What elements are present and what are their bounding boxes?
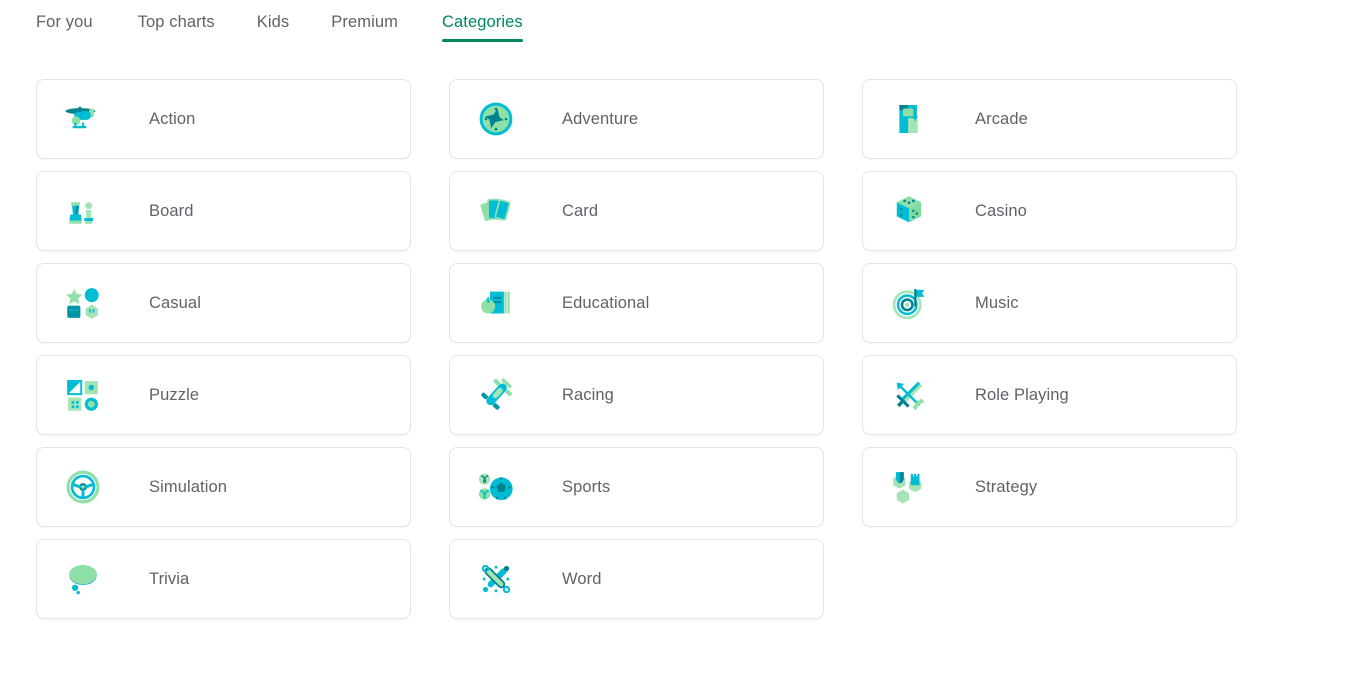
steering-wheel-icon: [61, 465, 105, 509]
tab-label: For you: [36, 13, 93, 31]
category-card-sports[interactable]: Sports: [449, 447, 824, 527]
tab-label: Premium: [331, 13, 398, 31]
playing-cards-icon: [474, 189, 518, 233]
category-tab-bar: For you Top charts Kids Premium Categori…: [0, 0, 1347, 46]
thought-bubble-icon: [61, 557, 105, 601]
category-card-adventure[interactable]: Adventure: [449, 79, 824, 159]
tab-label: Categories: [441, 13, 523, 31]
tab-underline: [138, 39, 215, 42]
category-card-racing[interactable]: Racing: [449, 355, 824, 435]
category-card-action[interactable]: Action: [36, 79, 411, 159]
category-grid: Action Adventure Arcade Board Card Casin…: [0, 79, 1347, 619]
category-label: Racing: [562, 385, 614, 404]
arcade-cabinet-icon: [887, 97, 931, 141]
sword-arrow-icon: [887, 373, 931, 417]
tab-underline: [36, 39, 93, 42]
tab-categories[interactable]: Categories: [441, 0, 523, 46]
shapes-icon: [61, 281, 105, 325]
chess-pieces-icon: [61, 189, 105, 233]
category-card-card[interactable]: Card: [449, 171, 824, 251]
race-car-icon: [474, 373, 518, 417]
category-card-educational[interactable]: Educational: [449, 263, 824, 343]
category-card-board[interactable]: Board: [36, 171, 411, 251]
shield-hex-icon: [887, 465, 931, 509]
category-label: Casino: [975, 201, 1027, 220]
crossed-pencils-icon: [474, 557, 518, 601]
category-label: Adventure: [562, 109, 639, 128]
category-label: Simulation: [149, 477, 228, 496]
category-label: Action: [149, 109, 196, 128]
puzzle-tiles-icon: [61, 373, 105, 417]
category-label: Casual: [149, 293, 201, 312]
category-label: Puzzle: [149, 385, 200, 404]
category-label: Role Playing: [975, 385, 1069, 404]
category-card-word[interactable]: Word: [449, 539, 824, 619]
category-card-role-playing[interactable]: Role Playing: [862, 355, 1237, 435]
books-apple-icon: [474, 281, 518, 325]
category-label: Educational: [562, 293, 650, 312]
category-card-simulation[interactable]: Simulation: [36, 447, 411, 527]
category-label: Sports: [562, 477, 611, 496]
category-card-strategy[interactable]: Strategy: [862, 447, 1237, 527]
sports-balls-icon: [474, 465, 518, 509]
grid-filler: [862, 539, 1237, 619]
music-note-spiral-icon: [887, 281, 931, 325]
dice-icon: [887, 189, 931, 233]
category-card-arcade[interactable]: Arcade: [862, 79, 1237, 159]
tab-underline: [257, 39, 290, 42]
category-card-trivia[interactable]: Trivia: [36, 539, 411, 619]
tab-label: Kids: [256, 13, 290, 31]
tab-for-you[interactable]: For you: [36, 0, 93, 46]
category-card-casino[interactable]: Casino: [862, 171, 1237, 251]
category-label: Arcade: [975, 109, 1028, 128]
category-label: Music: [975, 293, 1019, 312]
tab-top-charts[interactable]: Top charts: [138, 0, 215, 46]
category-card-music[interactable]: Music: [862, 263, 1237, 343]
helicopter-icon: [61, 97, 105, 141]
tab-kids[interactable]: Kids: [257, 0, 290, 46]
tab-premium[interactable]: Premium: [331, 0, 398, 46]
category-label: Word: [562, 569, 602, 588]
compass-icon: [474, 97, 518, 141]
category-label: Board: [149, 201, 194, 220]
category-label: Strategy: [975, 477, 1038, 496]
category-label: Card: [562, 201, 599, 220]
tab-underline-active: [441, 39, 523, 42]
category-card-casual[interactable]: Casual: [36, 263, 411, 343]
category-label: Trivia: [149, 569, 190, 588]
category-card-puzzle[interactable]: Puzzle: [36, 355, 411, 435]
tab-label: Top charts: [137, 13, 215, 31]
tab-underline: [331, 39, 398, 42]
